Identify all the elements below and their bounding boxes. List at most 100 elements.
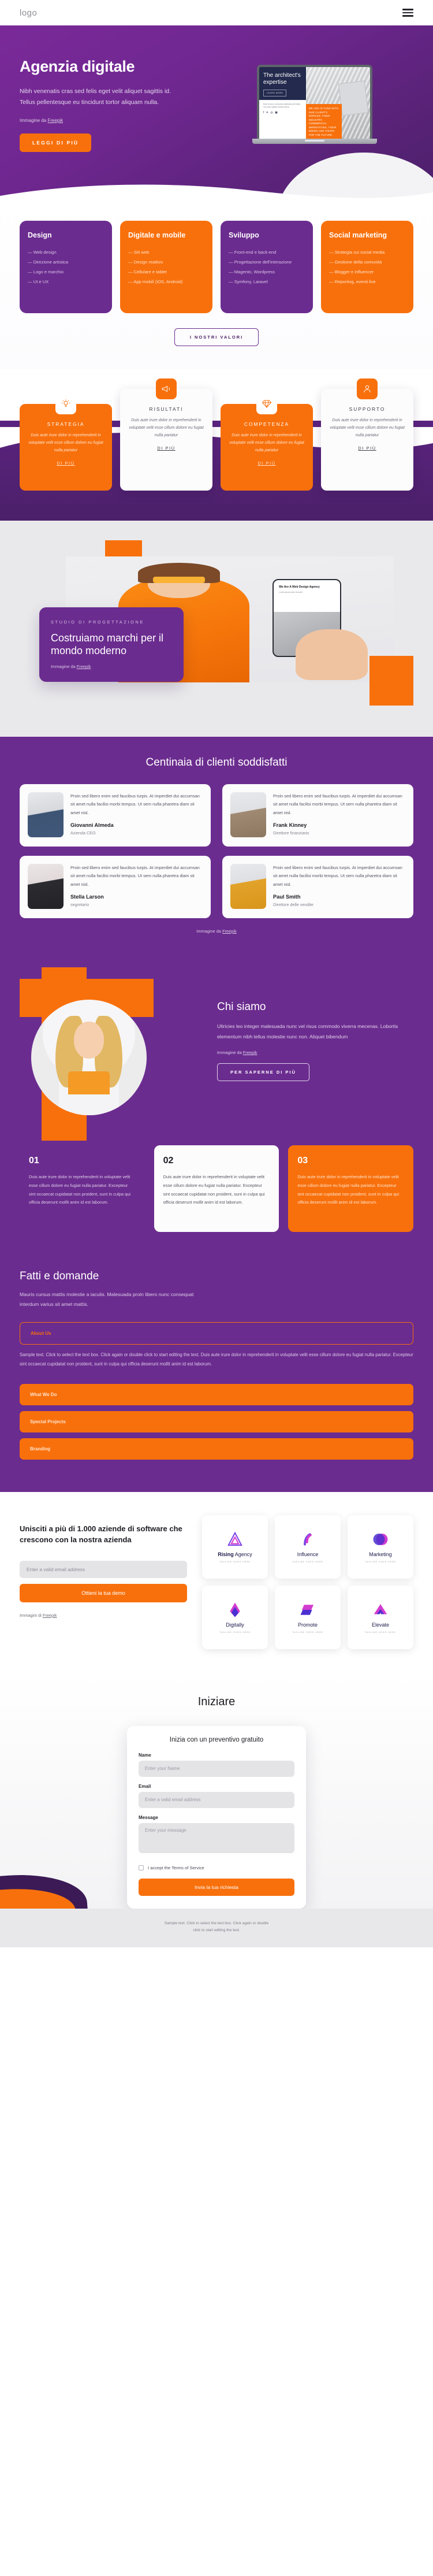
testimonial-role: Azienda CEO [70,830,96,836]
client-logo-tagline: TAGLINE GOES HERE [364,1631,397,1634]
credit-link[interactable]: Freepik [222,929,237,934]
hamburger-menu-icon[interactable] [402,9,413,17]
credit-prefix: Immagine da [217,1050,243,1056]
hero-section: Agenzia digitale Nibh venenatis cras sed… [0,25,433,205]
accordion-item-special-projects[interactable]: Special Projects [20,1411,413,1432]
services-section: Design Web design Direzione artistica Lo… [0,205,433,369]
step-body: Duis aute irure dolor in reprehenderit i… [163,1174,265,1205]
client-logo-tagline: TAGLINE GOES HERE [292,1631,324,1634]
credit-prefix: Immagine da [196,929,223,934]
swirl-logo-icon [304,1532,312,1546]
email-input[interactable] [139,1791,294,1808]
chevron-logo-icon [374,1603,387,1614]
name-input[interactable] [139,1760,294,1777]
about-cta-button[interactable]: PER SAPERNE DI PIÙ [217,1063,309,1082]
service-items: Front-end e back-end Progettazione dell'… [229,247,305,287]
service-card-sviluppo[interactable]: Sviluppo Front-end e back-end Progettazi… [221,221,313,313]
testimonial-card: Proin sed libero enim sed faucibus turpi… [222,856,413,918]
hero-wave-divider [0,179,433,205]
feature-title: COMPETENZA [244,421,290,427]
faq-section: Fatti e domande Mauris cursus mattis mol… [0,1255,433,1492]
consent-label: I accept the Terms of Service [148,1865,204,1870]
avatar [28,792,64,837]
client-logo-marketing: Marketing TAGLINE GOES HERE [348,1515,413,1579]
feature-body: Duis aute irure dolor in reprehenderit i… [229,433,304,452]
landing-page: logo Agenzia digitale Nibh venenatis cra… [0,0,433,1947]
hero-cta-button[interactable]: LEGGI DI PIÙ [20,133,92,152]
lightbulb-icon [55,394,76,414]
phone-sub: Lorem ipsum dolor sit amet [279,591,303,593]
service-items: Strategia sui social media Gestione dell… [329,247,405,287]
clients-section: Unisciti a più di 1.000 aziende di softw… [0,1491,433,1675]
faq-subtitle: Mauris cursus mattis molestie a iaculis.… [20,1291,194,1308]
feature-card-risultati[interactable]: RISULTATI Duis aute irure dolor in repre… [120,378,212,491]
newsletter-submit-button[interactable]: Ottieni la tua demo [20,1583,187,1602]
service-item: Strategia sui social media [329,247,405,257]
service-item: Web design [28,247,104,257]
feature-more-link[interactable]: DI PIÙ [57,461,74,466]
service-card-digitale-e-mobile[interactable]: Digitale e mobile Siti web Design reatti… [120,221,212,313]
feature-title: STRATEGIA [47,421,85,427]
testimonials-credit: Immagine da Freepik [20,929,413,934]
credit-link[interactable]: Freepik [43,1613,57,1618]
submit-request-button[interactable]: Invia la tua richiesta [139,1878,294,1896]
feature-card-competenza[interactable]: COMPETENZA Duis aute irure dolor in repr… [221,394,313,491]
message-textarea[interactable] [139,1822,294,1853]
decorative-orange-block-right [369,656,413,706]
studio-credit: Immagine da Freepik [51,664,172,669]
diamond-icon [256,394,277,414]
services-grid: Design Web design Direzione artistica Lo… [20,221,413,313]
features-grid: STRATEGIA Duis aute irure dolor in repre… [20,369,413,491]
services-cta-button[interactable]: I NOSTRI VALORI [174,328,259,346]
consent-row[interactable]: I accept the Terms of Service [139,1865,294,1870]
testimonial-quote: Proin sed libero enim sed faucibus turpi… [70,865,200,887]
service-item: Front-end e back-end [229,247,305,257]
client-logo-tagline: TAGLINE GOES HERE [219,1631,251,1634]
testimonials-grid: Proin sed libero enim sed faucibus turpi… [20,784,413,918]
avatar [28,864,64,909]
service-card-design[interactable]: Design Web design Direzione artistica Lo… [20,221,112,313]
service-item: Symfony, Laravel [229,277,305,287]
newsletter-email-input[interactable] [20,1560,187,1578]
accordion-item-about-us[interactable]: About Us [20,1322,413,1345]
credit-link[interactable]: Freepik [243,1050,257,1055]
client-logo-tagline: TAGLINE GOES HERE [292,1560,324,1563]
logo[interactable]: logo [20,8,37,18]
hero-image-credit: Immagine da Freepik [20,118,216,123]
testimonial-card: Proin sed libero enim sed faucibus turpi… [20,784,211,847]
avatar [230,792,266,837]
feature-more-link[interactable]: DI PIÙ [257,461,275,466]
service-item: Siti web [128,247,204,257]
feature-card-strategia[interactable]: STRATEGIA Duis aute irure dolor in repre… [20,394,112,491]
studio-title: Costruiamo marchi per il mondo moderno [51,632,164,656]
laptop-headline: The architect's expertise [263,72,301,86]
feature-body: Duis aute irure dolor in reprehenderit i… [129,418,204,437]
client-logo-name: Elevate [371,1621,390,1628]
client-logo-elevate: Elevate TAGLINE GOES HERE [348,1585,413,1649]
client-logo-tagline: TAGLINE GOES HERE [364,1560,397,1563]
faq-title: Fatti e domande [20,1270,99,1282]
consent-checkbox[interactable] [139,1865,144,1870]
accordion-open-body: Sample text. Click to select the text bo… [20,1352,413,1367]
step-number: 02 [163,1156,174,1165]
parallelogram-logo-icon [300,1604,313,1615]
steps-grid: 01 Duis aute irure dolor in reprehenderi… [20,1145,413,1232]
credit-link[interactable]: Freepik [77,664,91,669]
service-title: Social marketing [329,231,387,239]
accordion-item-branding[interactable]: Branding [20,1438,413,1460]
message-label: Message [139,1814,158,1820]
service-card-social-marketing[interactable]: Social marketing Strategia sui social me… [321,221,413,313]
accordion-item-what-we-do[interactable]: What We Do [20,1383,413,1405]
hero-title: Agenzia digitale [20,58,135,75]
credit-link[interactable]: Freepik [47,118,63,123]
about-illustration [20,967,204,1141]
service-title: Design [28,231,52,239]
client-logo-rising-agency: Rising Agency TAGLINE GOES HERE [202,1515,268,1579]
feature-more-link[interactable]: DI PIÙ [157,446,175,451]
client-logo-influence: Influence TAGLINE GOES HERE [275,1515,341,1579]
testimonial-card: Proin sed libero enim sed faucibus turpi… [20,856,211,918]
service-item: Blogger e influencer [329,267,405,277]
about-title: Chi siamo [217,1001,266,1013]
feature-card-supporto[interactable]: SUPPORTO Duis aute irure dolor in repreh… [321,378,413,491]
feature-more-link[interactable]: DI PIÙ [358,446,376,451]
